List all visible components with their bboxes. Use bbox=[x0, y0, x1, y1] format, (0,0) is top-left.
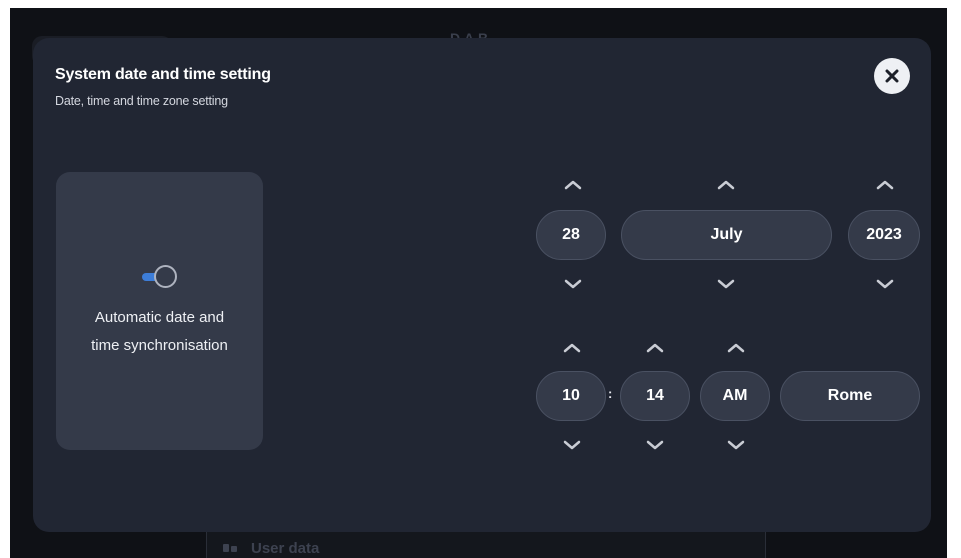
hour-down-button[interactable] bbox=[559, 436, 585, 454]
year-down-button[interactable] bbox=[872, 275, 898, 293]
timezone-field[interactable]: Rome bbox=[780, 371, 920, 421]
auto-sync-label-line1: Automatic date and bbox=[94, 309, 225, 326]
close-icon bbox=[885, 69, 899, 83]
time-separator: : bbox=[608, 386, 613, 401]
background-user-data-row: User data bbox=[206, 528, 766, 558]
screen: D.A.B. User data System date and time se… bbox=[10, 8, 947, 558]
chevron-up-icon bbox=[727, 343, 745, 353]
day-up-button[interactable] bbox=[560, 176, 586, 194]
year-up-button[interactable] bbox=[872, 176, 898, 194]
period-field[interactable]: AM bbox=[700, 371, 770, 421]
toggle-knob bbox=[154, 265, 177, 288]
chevron-down-icon bbox=[727, 440, 745, 450]
auto-sync-toggle[interactable] bbox=[142, 264, 178, 290]
date-time-modal: System date and time setting Date, time … bbox=[33, 38, 931, 532]
chevron-down-icon bbox=[646, 440, 664, 450]
minute-field[interactable]: 14 bbox=[620, 371, 690, 421]
month-down-button[interactable] bbox=[713, 275, 739, 293]
modal-title: System date and time setting bbox=[55, 66, 271, 83]
hour-up-button[interactable] bbox=[559, 339, 585, 357]
month-up-button[interactable] bbox=[713, 176, 739, 194]
modal-subtitle: Date, time and time zone setting bbox=[55, 94, 228, 108]
hour-field[interactable]: 10 bbox=[536, 371, 606, 421]
chevron-down-icon bbox=[717, 279, 735, 289]
day-field[interactable]: 28 bbox=[536, 210, 606, 260]
close-button[interactable] bbox=[874, 58, 910, 94]
chevron-up-icon bbox=[564, 180, 582, 190]
chevron-up-icon bbox=[876, 180, 894, 190]
minute-up-button[interactable] bbox=[642, 339, 668, 357]
auto-sync-card[interactable]: Automatic date and time synchronisation bbox=[56, 172, 263, 450]
day-down-button[interactable] bbox=[560, 275, 586, 293]
chevron-up-icon bbox=[563, 343, 581, 353]
month-field[interactable]: July bbox=[621, 210, 832, 260]
user-data-label: User data bbox=[251, 540, 320, 557]
chevron-up-icon bbox=[717, 180, 735, 190]
chevron-down-icon bbox=[876, 279, 894, 289]
minute-down-button[interactable] bbox=[642, 436, 668, 454]
auto-sync-label-line2: time synchronisation bbox=[91, 337, 228, 354]
auto-sync-label: Automatic date and time synchronisation bbox=[56, 304, 263, 360]
chevron-down-icon bbox=[563, 440, 581, 450]
year-field[interactable]: 2023 bbox=[848, 210, 920, 260]
chevron-up-icon bbox=[646, 343, 664, 353]
period-down-button[interactable] bbox=[723, 436, 749, 454]
chevron-down-icon bbox=[564, 279, 582, 289]
period-up-button[interactable] bbox=[723, 339, 749, 357]
user-data-icon bbox=[223, 544, 237, 552]
